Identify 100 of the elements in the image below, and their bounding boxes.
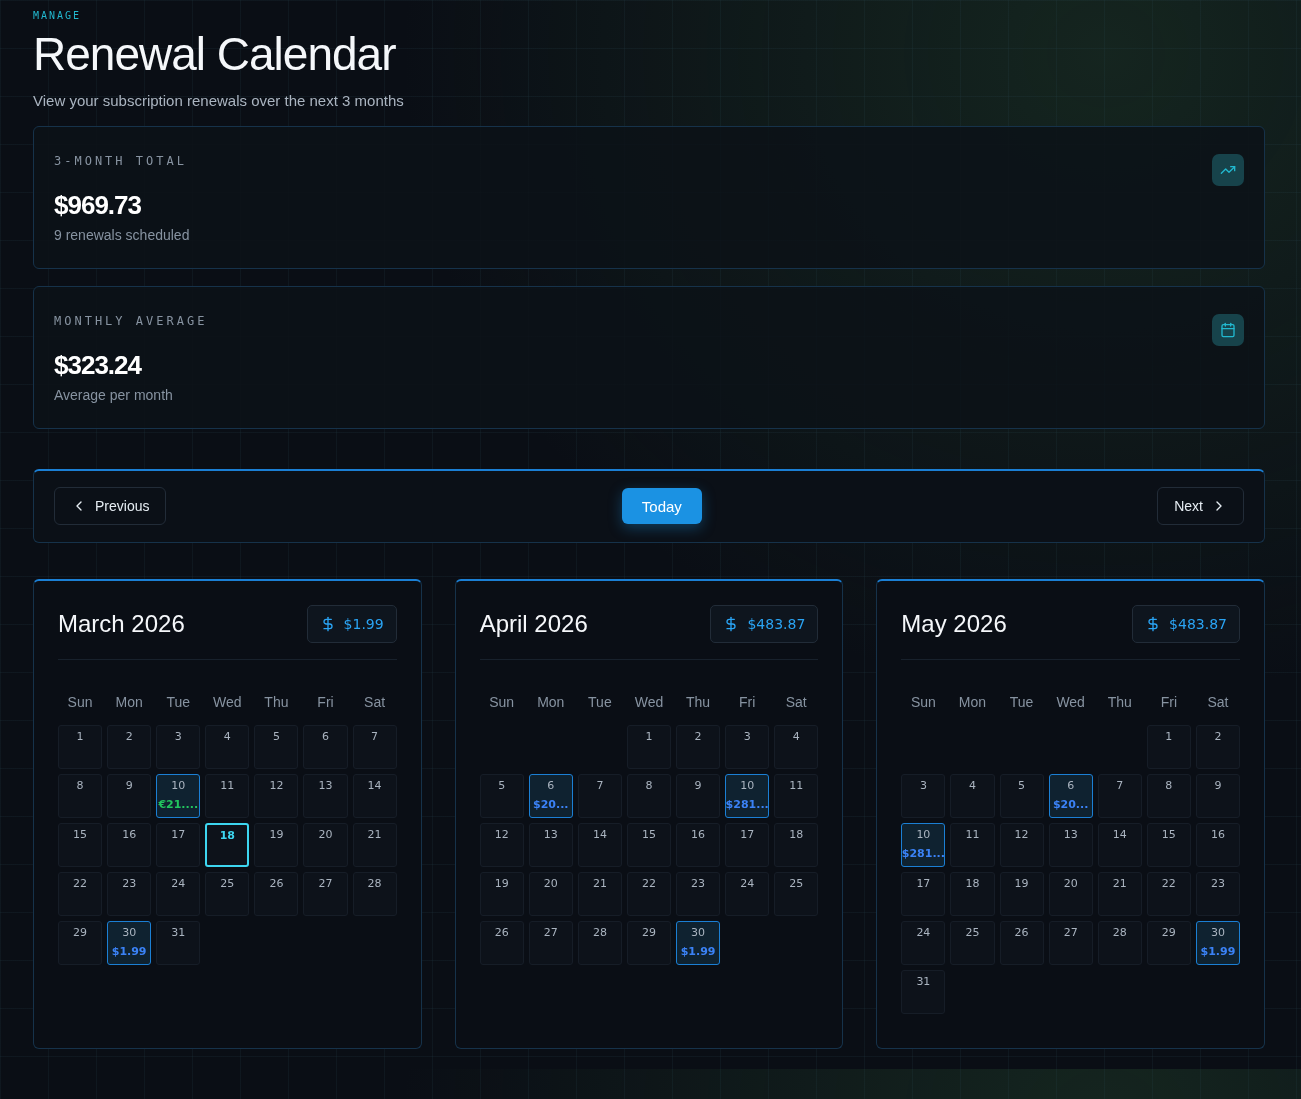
day-cell[interactable]: 29 [1146,920,1191,965]
day-cell[interactable]: 20 [528,871,573,916]
day-cell[interactable]: 14 [577,822,622,867]
day-cell[interactable]: 16 [1195,822,1240,867]
day-cell[interactable]: 21 [352,822,397,867]
day-cell[interactable]: 8 [1146,773,1191,818]
day-cell[interactable]: 13 [528,822,573,867]
day-cell[interactable]: 24 [901,920,946,965]
day-cell[interactable]: 31 [156,920,201,965]
day-cell[interactable]: 27 [303,871,348,916]
day-cell[interactable]: 17 [725,822,770,867]
day-cell[interactable]: 2 [1195,724,1240,769]
day-cell[interactable]: 23 [676,871,721,916]
next-button[interactable]: Next [1157,487,1244,526]
calendar-icon [1220,321,1236,338]
day-cell[interactable]: 11 [205,773,250,818]
day-cell[interactable]: 3 [156,724,201,769]
previous-button[interactable]: Previous [54,487,167,526]
day-cell[interactable]: 20 [1048,871,1093,916]
day-cell[interactable]: 5 [254,724,299,769]
day-number: 20 [543,876,558,890]
day-cell[interactable]: 5 [479,773,524,818]
day-cell[interactable]: 24 [156,871,201,916]
day-cell[interactable]: 11 [950,822,995,867]
day-cell[interactable]: 16 [107,822,152,867]
day-cell[interactable]: 28 [577,920,622,965]
day-cell[interactable]: 19 [999,871,1044,916]
day-cell[interactable]: 22 [626,871,672,916]
day-cell[interactable]: 10 €21.... [156,773,201,818]
day-cell[interactable]: 12 [999,822,1044,867]
day-cell[interactable]: 7 [577,773,622,818]
day-cell[interactable]: 30 $1.99 [107,920,152,965]
day-cell[interactable]: 23 [1195,871,1240,916]
day-cell[interactable]: 8 [58,773,103,818]
day-cell[interactable]: 13 [303,773,348,818]
day-cell[interactable]: 6 $20... [1048,773,1093,818]
day-cell[interactable]: 25 [205,871,250,916]
day-cell[interactable]: 2 [107,724,152,769]
day-cell[interactable]: 4 [950,773,995,818]
day-cell[interactable]: 20 [303,822,348,867]
day-cell[interactable]: 12 [479,822,524,867]
day-cell[interactable]: 5 [999,773,1044,818]
day-cell[interactable]: 8 [626,773,672,818]
day-cell[interactable]: 27 [528,920,573,965]
day-cell[interactable]: 19 [479,871,524,916]
day-cell[interactable]: 26 [479,920,524,965]
day-cell[interactable]: 22 [1146,871,1191,916]
day-cell[interactable]: 15 [1146,822,1191,867]
day-cell[interactable]: 23 [107,871,152,916]
day-cell[interactable]: 21 [577,871,622,916]
day-cell[interactable]: 7 [352,724,397,769]
day-cell[interactable]: 29 [58,920,103,965]
day-cell[interactable]: 26 [254,871,299,916]
day-cell[interactable]: 12 [254,773,299,818]
day-cell[interactable]: 15 [626,822,672,867]
day-cell[interactable]: 28 [352,871,397,916]
day-cell[interactable]: 31 [901,969,946,1014]
day-cell[interactable]: 28 [1097,920,1142,965]
day-number: 14 [592,827,607,841]
day-cell[interactable]: 27 [1048,920,1093,965]
day-cell[interactable]: 18 [205,822,250,867]
day-cell[interactable]: 16 [676,822,721,867]
day-cell[interactable]: 2 [676,724,721,769]
day-cell[interactable]: 3 [901,773,946,818]
day-cell[interactable]: 18 [774,822,819,867]
day-cell[interactable]: 14 [1097,822,1142,867]
day-cell[interactable]: 15 [58,822,103,867]
day-cell[interactable]: 30 $1.99 [676,920,721,965]
day-cell[interactable]: 25 [774,871,819,916]
day-cell[interactable]: 30 $1.99 [1195,920,1240,965]
day-cell[interactable]: 25 [950,920,995,965]
day-cell[interactable]: 22 [58,871,103,916]
day-cell[interactable]: 1 [58,724,103,769]
day-cell[interactable]: 26 [999,920,1044,965]
day-cell[interactable]: 9 [1195,773,1240,818]
day-cell[interactable]: 6 [303,724,348,769]
weekday-label: Mon [536,693,566,710]
day-cell[interactable]: 10 $281... [725,773,770,818]
day-cell[interactable]: 9 [107,773,152,818]
day-cell[interactable]: 18 [950,871,995,916]
day-cell[interactable]: 14 [352,773,397,818]
day-cell[interactable]: 4 [205,724,250,769]
day-number: 25 [789,876,804,890]
day-cell[interactable]: 21 [1097,871,1142,916]
day-cell[interactable]: 1 [626,724,672,769]
day-cell[interactable]: 6 $20... [528,773,573,818]
day-cell[interactable]: 9 [676,773,721,818]
day-cell[interactable]: 11 [774,773,819,818]
day-cell[interactable]: 7 [1097,773,1142,818]
day-cell[interactable]: 4 [774,724,819,769]
day-cell[interactable]: 17 [901,871,946,916]
day-cell[interactable]: 29 [626,920,672,965]
day-cell[interactable]: 10 $281... [901,822,946,867]
day-cell[interactable]: 13 [1048,822,1093,867]
day-cell[interactable]: 24 [725,871,770,916]
day-cell[interactable]: 3 [725,724,770,769]
day-number: 28 [592,925,607,939]
day-cell[interactable]: 19 [254,822,299,867]
day-cell[interactable]: 1 [1146,724,1191,769]
day-cell[interactable]: 17 [156,822,201,867]
